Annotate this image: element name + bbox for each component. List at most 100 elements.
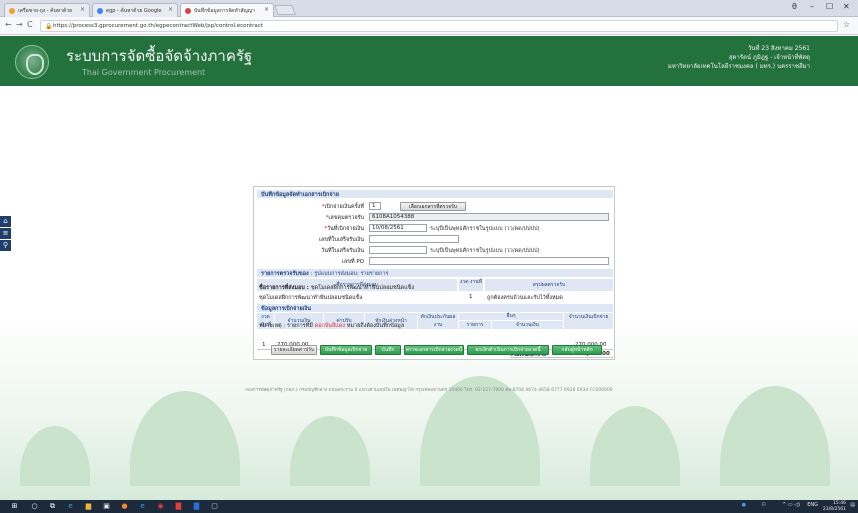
app-icon[interactable]: ▇ bbox=[174, 502, 183, 511]
url-text: https://process3.gprocurement.go.th/egpe… bbox=[53, 23, 263, 29]
temple-silhouette bbox=[720, 386, 830, 486]
tab-favicon-icon bbox=[185, 8, 191, 14]
required-note: หมายเหตุ : รายการที่มี ดอกจันสีแดง หมายถ… bbox=[259, 323, 405, 329]
temple-silhouette bbox=[590, 406, 680, 486]
address-bar-row: ← → C 🔒 https://process3.gprocurement.go… bbox=[0, 17, 858, 35]
receipt-date-input[interactable] bbox=[369, 246, 427, 254]
receipt-no-input[interactable] bbox=[369, 235, 459, 243]
government-seal-logo bbox=[15, 45, 49, 79]
organization-name: มหาวิทยาลัยเทคโนโลยีราชมงคล ( มทร.) นครร… bbox=[667, 63, 810, 70]
windows-start-icon[interactable]: ⊞ bbox=[10, 502, 19, 511]
page-footer: กองการพัสดุภาครัฐ (กพภ.) กรมบัญชีกลาง ถน… bbox=[245, 388, 613, 393]
choose-receipt-document-button[interactable]: เลือกเอกสารที่ตรวจรับ bbox=[400, 202, 466, 211]
item-installment-cell: 1 bbox=[469, 294, 473, 300]
tab-label: เครือขาย-ถุง - ค้นหาด้วย bbox=[18, 8, 73, 14]
lock-icon: 🔒 bbox=[45, 23, 53, 30]
pay-subheader-amount: จำนวนเงิน bbox=[492, 321, 563, 329]
check-document-button[interactable]: ตรวจเอกสารเบิกจ่ายงวดนี้ bbox=[404, 345, 464, 355]
store-icon[interactable]: ▣ bbox=[102, 502, 111, 511]
back-to-main-button[interactable]: กลับสู่หน้าหลัก bbox=[552, 345, 602, 355]
side-toolbar: ⌂ ≡ ⚲ bbox=[0, 216, 11, 252]
temple-silhouette bbox=[20, 426, 90, 486]
site-subtitle: Thai Government Procurement bbox=[82, 68, 206, 77]
file-explorer-icon[interactable]: ▆ bbox=[84, 502, 93, 511]
browser-tab-1[interactable]: เครือขาย-ถุง - ค้นหาด้วย × bbox=[4, 3, 90, 17]
save-disbursement-button[interactable]: บันทึกข้อมูลเบิกจ่าย bbox=[320, 345, 372, 355]
disbursement-no-label: *เบิกจ่ายเงินครั้งที่ bbox=[321, 204, 364, 210]
temple-silhouette bbox=[130, 391, 240, 486]
tray-app-icon[interactable]: ● bbox=[742, 502, 746, 508]
notification-icon[interactable]: ▤ bbox=[850, 502, 855, 508]
receipt-date-format-hint: ระบุปีเป็นพุทธศักราชในรูปแบบ (วว/ดด/ปปปป… bbox=[430, 248, 540, 254]
search-icon[interactable]: ○ bbox=[30, 502, 39, 511]
bookmark-star-icon[interactable]: ☆ bbox=[843, 20, 850, 29]
fine-details-button[interactable]: รายละเอียดค่าปรับ bbox=[271, 345, 317, 355]
receipt-date-label: วันที่ใบเสร็จรับเงิน bbox=[321, 248, 364, 254]
disbursement-date-input[interactable]: 10/08/2561 bbox=[369, 224, 427, 232]
cancel-installment-button[interactable]: ยกเลิกตำเนินการเบิกจ่ายงวดนี้ bbox=[467, 345, 549, 355]
clock-date: 23/8/2561 bbox=[822, 506, 846, 512]
edge-icon[interactable]: e bbox=[66, 502, 75, 511]
items-header-installment: งวด งานที่ bbox=[459, 279, 483, 291]
tab-favicon-icon bbox=[9, 8, 15, 14]
home-icon[interactable]: ⌂ bbox=[0, 216, 11, 227]
close-icon[interactable]: × bbox=[80, 6, 85, 13]
back-icon[interactable]: ← bbox=[5, 20, 12, 29]
disbursement-no-input[interactable]: 1 bbox=[369, 202, 381, 210]
item-name-cell: ชุดโมเดลฝึกการพัฒนาทำฟันปลอมชนิดแข็ง bbox=[259, 295, 363, 301]
po-no-input[interactable] bbox=[369, 257, 609, 265]
task-view-icon[interactable]: ⧉ bbox=[48, 502, 57, 511]
pay-item-label: ชื่อรายการที่ส่งมอบ : ชุดโมเดลฝึกการพัฒน… bbox=[259, 285, 415, 291]
user-info: วันที่ 23 สิงหาคม 2561 สุดารัตน์ ภูมิฎฐ … bbox=[668, 44, 810, 71]
search-icon[interactable]: ⚲ bbox=[0, 240, 11, 251]
pay-header-guarantee: หักเงินประกันผลงาน bbox=[418, 313, 458, 329]
items-header-result: สรุปผลตรวจรับ bbox=[485, 279, 613, 291]
google-icon bbox=[97, 8, 103, 14]
input-language[interactable]: ENG bbox=[807, 502, 818, 508]
windows-taskbar: ⊞ ○ ⧉ e ▆ ▣ ● e ◉ ▇ ▇ ▢ ● ⚇ ^ ▭ ◁) ENG 1… bbox=[0, 500, 858, 513]
date-format-hint: ระบุปีเป็นพุทธศักราชในรูปแบบ (วว/ดด/ปปปป… bbox=[430, 226, 540, 232]
pay-subheader-item: รายการ bbox=[459, 321, 491, 329]
close-icon[interactable]: × bbox=[264, 6, 269, 13]
close-icon[interactable]: × bbox=[168, 6, 173, 13]
profile-icon[interactable]: θ bbox=[792, 2, 797, 11]
tab-label: egp - ค้นหาด้วย Google bbox=[106, 8, 162, 14]
temple-silhouette bbox=[290, 416, 370, 486]
word-icon[interactable]: ▇ bbox=[192, 502, 201, 511]
pay-row-no: 1 bbox=[262, 342, 266, 348]
pay-header-other: อื่นๆ bbox=[459, 313, 563, 320]
browser-tab-3[interactable]: บันทึกข้อมูลการจัดทำสัญญา × bbox=[180, 3, 274, 17]
taskbar-clock[interactable]: 15:46 23/8/2561 bbox=[823, 501, 846, 512]
menu-icon[interactable]: ≡ bbox=[0, 228, 11, 239]
url-field[interactable]: 🔒 https://process3.gprocurement.go.th/eg… bbox=[40, 20, 838, 32]
save-button[interactable]: บันทึก bbox=[375, 345, 401, 355]
browser-tab-2[interactable]: egp - ค้นหาด้วย Google × bbox=[92, 3, 178, 17]
tray-icons[interactable]: ^ ▭ ◁) bbox=[782, 502, 800, 508]
item-result-cell: ถูกต้องครบถ้วนและรับไว้ทั้งหมด bbox=[487, 295, 563, 301]
section-header-payment: ข้อมูลการเบิกจ่ายเงิน bbox=[257, 304, 613, 312]
site-title: ระบบการจัดซื้อจัดจ้างภาครัฐ bbox=[66, 47, 253, 65]
ie-icon[interactable]: e bbox=[138, 502, 147, 511]
close-window-button[interactable]: ✕ bbox=[843, 2, 850, 11]
people-icon[interactable]: ⚇ bbox=[762, 502, 766, 508]
current-date: วันที่ 23 สิงหาคม 2561 bbox=[748, 45, 810, 52]
photos-icon[interactable]: ▢ bbox=[210, 502, 219, 511]
receipt-no-label: เลขที่ใบเสร็จรับเงิน bbox=[319, 237, 364, 243]
browser-tab-bar: เครือขาย-ถุง - ค้นหาด้วย × egp - ค้นหาด้… bbox=[0, 0, 858, 17]
firefox-icon[interactable]: ● bbox=[120, 502, 129, 511]
new-tab-button[interactable] bbox=[274, 5, 296, 15]
chrome-icon[interactable]: ◉ bbox=[156, 502, 165, 511]
pay-header-total: จำนวนเงินเบิกจ่าย bbox=[564, 313, 613, 329]
minimize-button[interactable]: – bbox=[810, 2, 814, 11]
disbursement-date-label: *วันที่เบิกจ่ายเงิน bbox=[324, 226, 364, 232]
forward-icon[interactable]: → bbox=[16, 20, 23, 29]
contract-no-field: 6108A1054388 bbox=[369, 213, 609, 221]
tab-label: บันทึกข้อมูลการจัดทำสัญญา bbox=[194, 8, 255, 14]
section-header-disbursement: บันทึกข้อมูลจัดทำเอกสารเบิกจ่าย bbox=[257, 190, 613, 198]
po-no-label: เลขที่ PO bbox=[341, 259, 364, 265]
section-header-received-items: รายการตรวจรับของ : รูปแบบการส่งมอบ: รายร… bbox=[257, 269, 613, 277]
user-name: สุดารัตน์ ภูมิฎฐ - เจ้าหน้าที่พัสดุ bbox=[728, 54, 810, 61]
maximize-button[interactable]: ☐ bbox=[826, 2, 833, 11]
contract-no-label: *เลขคุมตรวจรับ bbox=[325, 215, 364, 221]
reload-icon[interactable]: C bbox=[27, 20, 33, 29]
